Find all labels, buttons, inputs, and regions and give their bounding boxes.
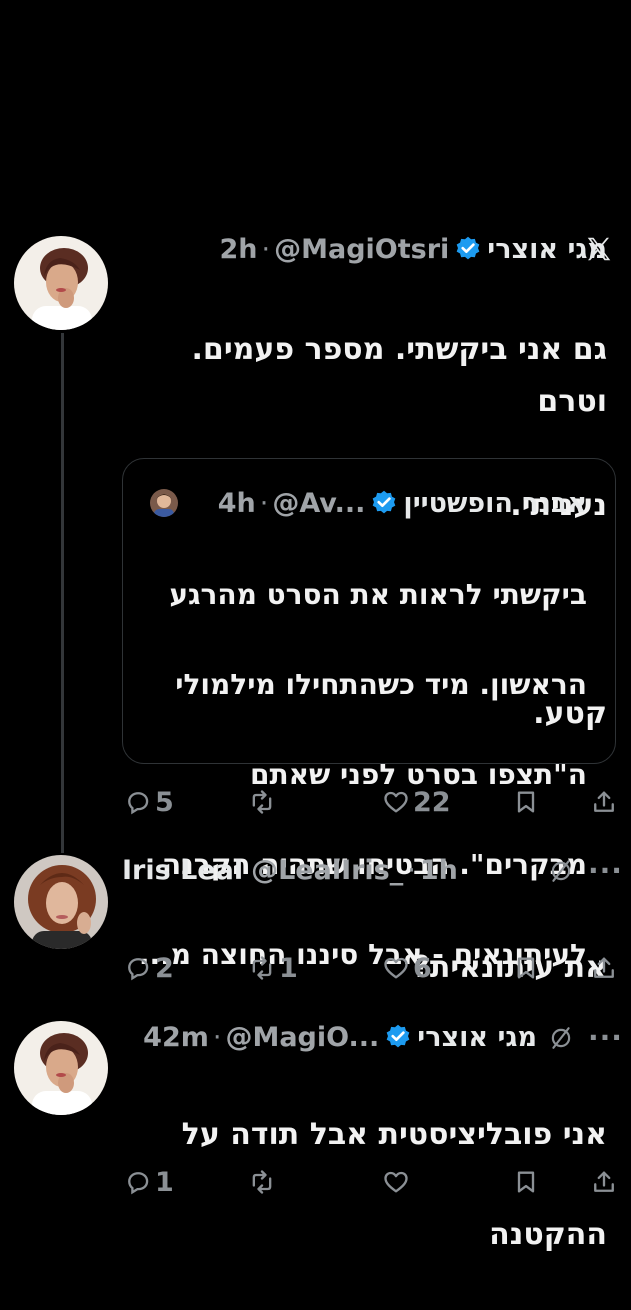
retweet-button[interactable] (248, 782, 279, 822)
like-button[interactable]: 22 (382, 782, 451, 822)
tweet-time[interactable]: 42m (143, 1022, 209, 1053)
share-button[interactable] (590, 782, 618, 822)
author-handle[interactable]: @MagiOtsri (274, 234, 449, 265)
bookmark-icon (517, 791, 535, 813)
more-icon[interactable]: ··· (588, 1024, 623, 1052)
share-button[interactable] (590, 1162, 618, 1202)
reply-icon (128, 792, 149, 815)
separator-dot: · (261, 233, 271, 265)
quote-avatar[interactable] (150, 489, 178, 517)
verified-badge-icon (456, 236, 480, 260)
quote-text-line: הראשון. מיד כשהתחילו מילמולי (175, 668, 587, 701)
avatar-magi-otsri[interactable] (14, 1021, 108, 1115)
tweet-2-actions: 2 1 6 (124, 948, 620, 988)
retweet-button[interactable]: 1 (248, 948, 298, 988)
avatar-magi-otsri[interactable] (14, 236, 108, 330)
retweet-icon (252, 790, 272, 814)
separator-dot: · (259, 487, 269, 519)
tweet-1-actions: 5 22 (124, 782, 620, 822)
like-count: 22 (413, 786, 451, 818)
tweet-1-header: מגי אוצרי @MagiOtsri · 2h (220, 229, 608, 269)
author-handle[interactable]: @MagiO... (225, 1022, 379, 1053)
bookmark-icon (517, 957, 535, 979)
retweet-icon (252, 1170, 272, 1194)
reply-icon (128, 1172, 149, 1195)
separator-dot: · (407, 854, 416, 886)
tweet-3-actions: 1 (124, 1162, 620, 1202)
like-button[interactable] (382, 1162, 410, 1202)
reply-button[interactable]: 5 (124, 782, 174, 822)
tweet-time[interactable]: 2h (220, 234, 258, 265)
quote-author-name[interactable]: אבנר הופשטיין (403, 488, 587, 519)
share-icon (594, 957, 614, 978)
like-count: 6 (413, 952, 432, 984)
like-button[interactable]: 6 (382, 948, 432, 988)
retweet-button[interactable] (248, 1162, 276, 1202)
retweet-icon (252, 956, 272, 980)
reply-count: 5 (155, 786, 174, 818)
quote-time[interactable]: 4h (218, 488, 256, 519)
reply-count: 1 (155, 1166, 174, 1198)
share-icon (594, 1171, 614, 1192)
quote-author-handle[interactable]: @Av... (272, 488, 365, 519)
more-icon[interactable]: ··· (588, 857, 623, 885)
bookmark-button[interactable] (512, 782, 540, 822)
share-button[interactable] (590, 948, 618, 988)
separator-dot: · (212, 1021, 222, 1053)
author-handle[interactable]: @LealIris_ (251, 855, 403, 886)
tweet-2-header: Iris Leal @LealIris_ · 1h (122, 850, 458, 890)
avatar-iris-leal[interactable] (14, 855, 108, 949)
hide-reply-icon[interactable] (548, 1025, 574, 1051)
tweet-3-header: מגי אוצרי @MagiO... · 42m (143, 1017, 537, 1057)
author-name[interactable]: Iris Leal (122, 855, 243, 886)
tweet-text-line: ההקטנה (489, 1217, 607, 1252)
author-name[interactable]: מגי אוצרי (487, 234, 607, 265)
reply-button[interactable]: 2 (124, 948, 174, 988)
tweet-time[interactable]: 1h (420, 855, 458, 886)
verified-badge-icon (373, 490, 396, 514)
like-icon (384, 957, 408, 979)
top-blank-area (0, 0, 631, 205)
author-name[interactable]: מגי אוצרי (417, 1022, 537, 1053)
bookmark-button[interactable] (512, 948, 540, 988)
tweet-text-line: אני פובליציסטית אבל תודה על (181, 1117, 607, 1152)
like-icon (384, 1171, 408, 1193)
bookmark-button[interactable] (512, 1162, 540, 1202)
reply-button[interactable]: 1 (124, 1162, 174, 1202)
bookmark-icon (517, 1171, 535, 1193)
quote-text-line: ביקשתי לראות את הסרט מהרגע (169, 578, 587, 611)
reply-count: 2 (155, 952, 174, 984)
like-icon (384, 791, 408, 813)
verified-badge-icon (386, 1024, 410, 1048)
quote-header: אבנר הופשטיין @Av... · 4h (218, 485, 587, 521)
tweet-text-line: גם אני ביקשתי. מספר פעמים. וטרם (191, 332, 607, 419)
hide-reply-icon[interactable] (548, 858, 574, 884)
reply-icon (128, 958, 149, 981)
thread-connector-line (61, 333, 64, 853)
retweet-count: 1 (279, 952, 298, 984)
share-icon (594, 791, 614, 812)
